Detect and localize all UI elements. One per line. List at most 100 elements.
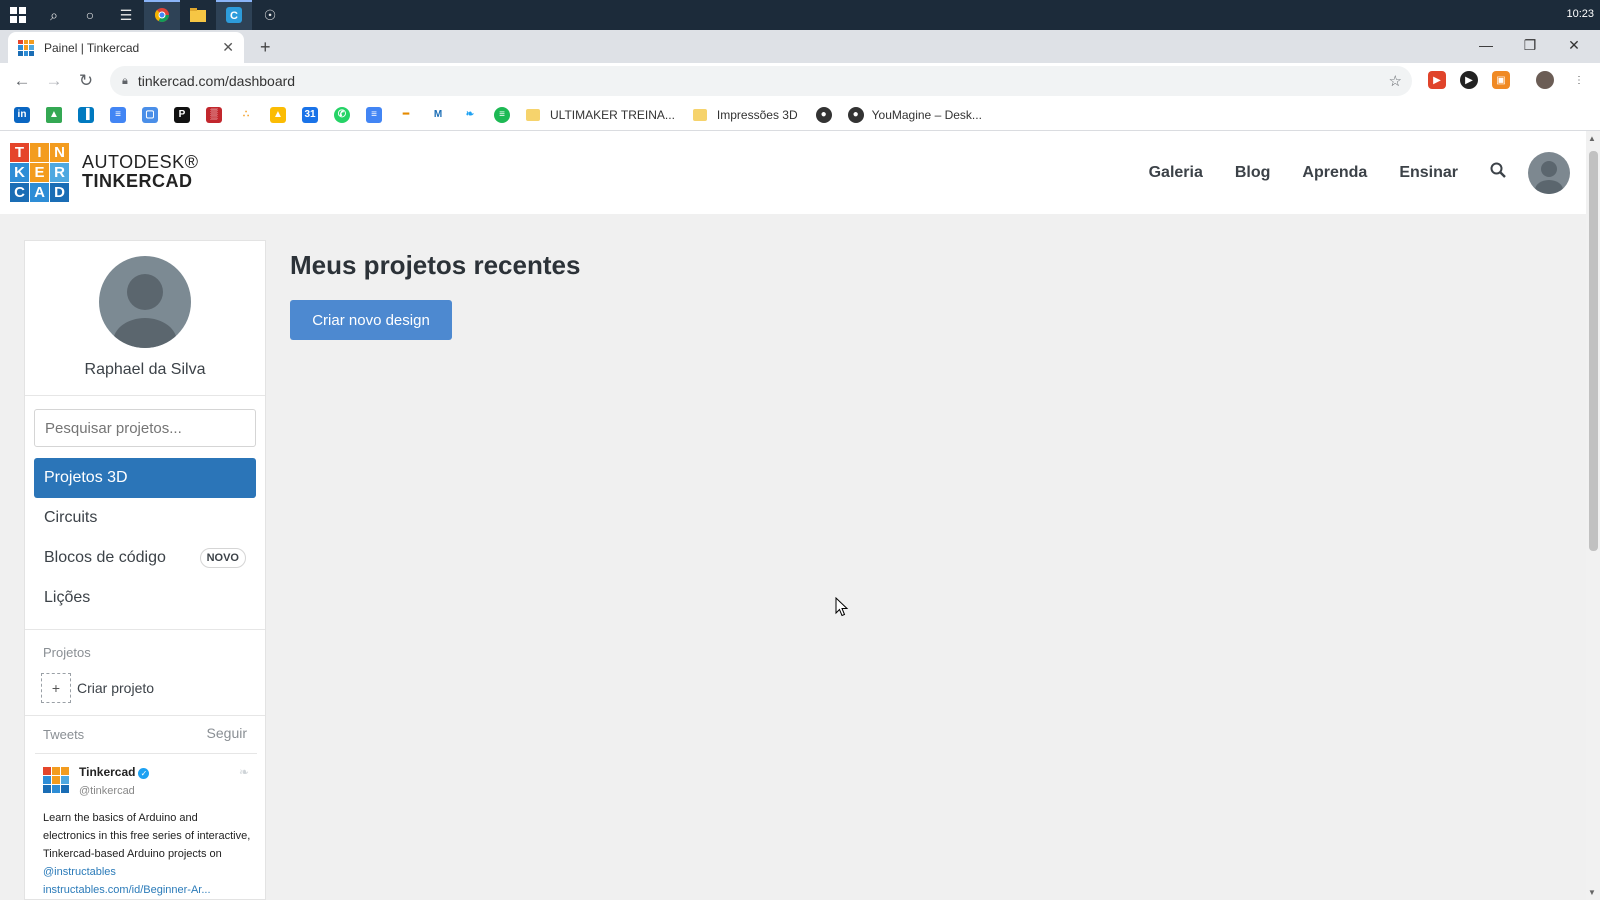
nav-learn[interactable]: Aprenda (1302, 164, 1367, 182)
tinkercad-favicon-icon (18, 39, 34, 56)
bookmark-grid-icon[interactable]: ▒ (206, 106, 222, 123)
menu-circuits[interactable]: Circuits (34, 498, 256, 538)
bookmark-docs2-icon[interactable]: ≡ (366, 106, 382, 123)
bookmark-globe2-icon: ● (847, 106, 864, 123)
chrome-menu-icon[interactable]: ⋮ (1570, 71, 1588, 89)
bookmark-globe-icon[interactable]: ● (815, 106, 832, 123)
divider (25, 629, 265, 630)
extension-orange-icon[interactable]: ▣ (1492, 71, 1510, 89)
plus-icon: + (41, 673, 71, 703)
scroll-up-icon[interactable]: ▲ (1588, 134, 1596, 143)
restore-icon[interactable]: ❐ (1508, 30, 1552, 60)
page-scrollbar[interactable]: ▲ ▼ (1586, 131, 1600, 900)
tinkercad-logo[interactable]: T I N K E R C A D (10, 143, 69, 202)
mouse-cursor-icon (835, 596, 849, 622)
new-badge: NOVO (199, 548, 246, 568)
tweet-card: Tinkercad ✓ @tinkercad ❧ Learn the basics… (43, 763, 253, 899)
site-header: T I N K E R C A D AUTODESK® TINKERCAD Ga… (0, 131, 1586, 214)
bookmark-dash-icon[interactable]: ━ (398, 107, 414, 123)
nav-teach[interactable]: Ensinar (1399, 164, 1458, 182)
brand-autodesk: AUTODESK® (82, 152, 199, 172)
bookmark-folder-icon (526, 108, 540, 121)
address-bar[interactable]: 🔒︎ tinkercad.com/dashboard ☆ (110, 66, 1412, 96)
bookmark-impressoes[interactable]: Impressões 3D (717, 108, 798, 122)
app-c-icon[interactable]: C (216, 0, 252, 30)
profile-card: Raphael da Silva (25, 241, 265, 396)
taskbar-clock: 10:23 (1566, 8, 1594, 20)
tweet-avatar-icon[interactable] (43, 767, 69, 793)
chrome-taskbar-icon[interactable] (144, 0, 180, 30)
extension-play-icon[interactable]: ▶ (1460, 71, 1478, 89)
browser-toolbar: ← → ↻ 🔒︎ tinkercad.com/dashboard ☆ ▶ ▶ ▣… (0, 63, 1600, 99)
app-circle-icon[interactable]: ☉ (252, 0, 288, 30)
bookmark-dots-icon[interactable]: ∴ (238, 107, 254, 123)
create-project-button[interactable]: + Criar projeto (41, 673, 154, 703)
twitter-bird-icon[interactable]: ❧ (239, 765, 249, 779)
browser-tabbar: Painel | Tinkercad ✕ + — ❐ ✕ (0, 30, 1600, 63)
main-nav: Galeria Blog Aprenda Ensinar (1149, 131, 1586, 214)
menu-lessons[interactable]: Lições (34, 578, 256, 618)
brand-tinkercad: TINKERCAD (82, 171, 193, 191)
task-view-icon[interactable]: ☰ (108, 0, 144, 30)
bookmark-spotify-icon[interactable]: ≡ (494, 106, 510, 123)
divider (35, 753, 257, 754)
bookmark-p-icon[interactable]: P (174, 106, 190, 123)
tweet-mention[interactable]: @instructables (43, 866, 116, 878)
nav-gallery[interactable]: Galeria (1149, 164, 1203, 182)
extension-red-icon[interactable]: ▶ (1428, 71, 1446, 89)
bookmark-m-icon[interactable]: M (430, 107, 446, 123)
create-project-label: Criar projeto (77, 680, 155, 696)
scroll-down-icon[interactable]: ▼ (1588, 888, 1596, 897)
bookmark-youmagine[interactable]: YouMagine – Desk... (872, 108, 982, 122)
bookmark-bird-icon[interactable]: ❧ (462, 107, 478, 123)
file-explorer-icon[interactable] (180, 0, 216, 30)
taskbar-search-icon[interactable]: ⌕ (36, 0, 72, 30)
lock-icon: 🔒︎ (122, 74, 128, 87)
bookmark-drive-icon[interactable]: ▲ (46, 106, 62, 123)
create-new-design-button[interactable]: Criar novo design (290, 300, 452, 340)
window-close-icon[interactable]: ✕ (1552, 30, 1596, 60)
username[interactable]: Raphael da Silva (25, 361, 265, 379)
page-title: Meus projetos recentes (290, 250, 581, 280)
bookmark-linkedin-icon[interactable]: in (14, 106, 30, 123)
browser-tab[interactable]: Painel | Tinkercad ✕ (8, 32, 244, 63)
forward-icon[interactable]: → (38, 65, 70, 97)
bookmarks-bar: in ▲ ▐ ≡ ▢ P ▒ ∴ ▲ 31 ✆ ≡ ━ M ❧ ≡ ULTIMA… (0, 99, 1600, 131)
menu-codeblocks[interactable]: Blocos de código NOVO (34, 538, 256, 578)
back-icon[interactable]: ← (6, 65, 38, 97)
cortana-icon[interactable]: ○ (72, 0, 108, 30)
verified-icon: ✓ (138, 768, 150, 779)
follow-link[interactable]: Seguir (207, 725, 247, 741)
scroll-thumb[interactable] (1589, 151, 1598, 551)
user-avatar-icon[interactable] (1528, 151, 1570, 194)
bookmark-trello-icon[interactable]: ▐ (78, 106, 94, 123)
bookmark-calendar-icon[interactable]: 31 (302, 106, 318, 123)
tweet-author[interactable]: Tinkercad (79, 765, 135, 779)
tab-close-icon[interactable]: ✕ (222, 39, 234, 56)
site-search-icon[interactable] (1490, 162, 1506, 183)
url-text: tinkercad.com/dashboard (137, 73, 296, 89)
nav-blog[interactable]: Blog (1235, 164, 1271, 182)
reload-icon[interactable]: ↻ (70, 65, 102, 97)
minimize-icon[interactable]: — (1464, 30, 1508, 60)
dashboard-sidebar: Raphael da Silva Projetos 3D Circuits Bl… (24, 240, 266, 900)
profile-avatar-icon[interactable] (99, 256, 191, 348)
bookmark-drive2-icon[interactable]: ▲ (270, 106, 286, 123)
projects-heading: Projetos (43, 645, 91, 660)
tweet-body: Learn the basics of Arduino and electron… (43, 809, 253, 899)
tweets-heading: Tweets (43, 727, 85, 742)
tweet-text: Learn the basics of Arduino and electron… (43, 812, 251, 860)
tweet-link[interactable]: instructables.com/id/Beginner-Ar... (43, 884, 211, 896)
bookmark-ultimaker[interactable]: ULTIMAKER TREINA... (550, 108, 675, 122)
tweet-handle[interactable]: @tinkercad (79, 785, 149, 797)
new-tab-icon[interactable]: + (260, 37, 271, 58)
bookmark-folder-icon (692, 108, 707, 121)
project-search-input[interactable] (34, 409, 256, 447)
windows-start-icon[interactable] (0, 0, 36, 30)
profile-avatar-icon[interactable] (1536, 71, 1554, 89)
bookmark-whatsapp-icon[interactable]: ✆ (334, 106, 350, 123)
bookmark-app-icon[interactable]: ▢ (142, 106, 158, 123)
bookmark-star-icon[interactable]: ☆ (1389, 72, 1402, 90)
bookmark-docs-icon[interactable]: ≡ (110, 106, 126, 123)
menu-3d-projects[interactable]: Projetos 3D (34, 458, 256, 498)
